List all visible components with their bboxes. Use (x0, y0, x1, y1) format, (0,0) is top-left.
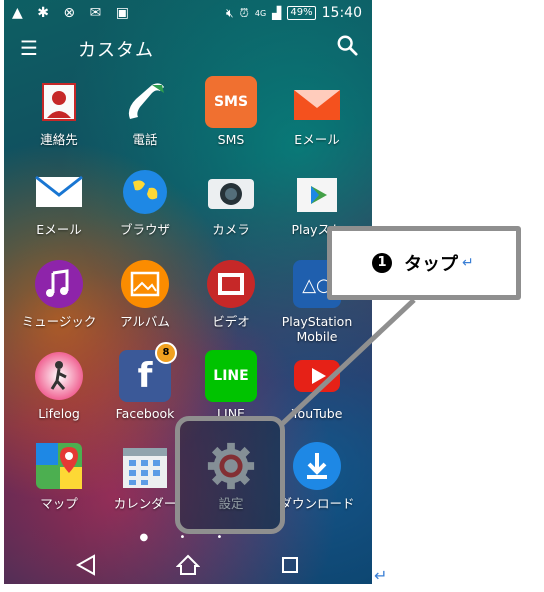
tap-instruction-callout: 1 タップ ↵ (327, 226, 521, 300)
settings-highlight-frame (175, 416, 285, 534)
step-number: 1 (372, 253, 392, 273)
return-mark: ↵ (462, 255, 474, 271)
instruction-text: タップ (404, 254, 458, 275)
return-mark-bottom: ↵ (374, 566, 388, 585)
